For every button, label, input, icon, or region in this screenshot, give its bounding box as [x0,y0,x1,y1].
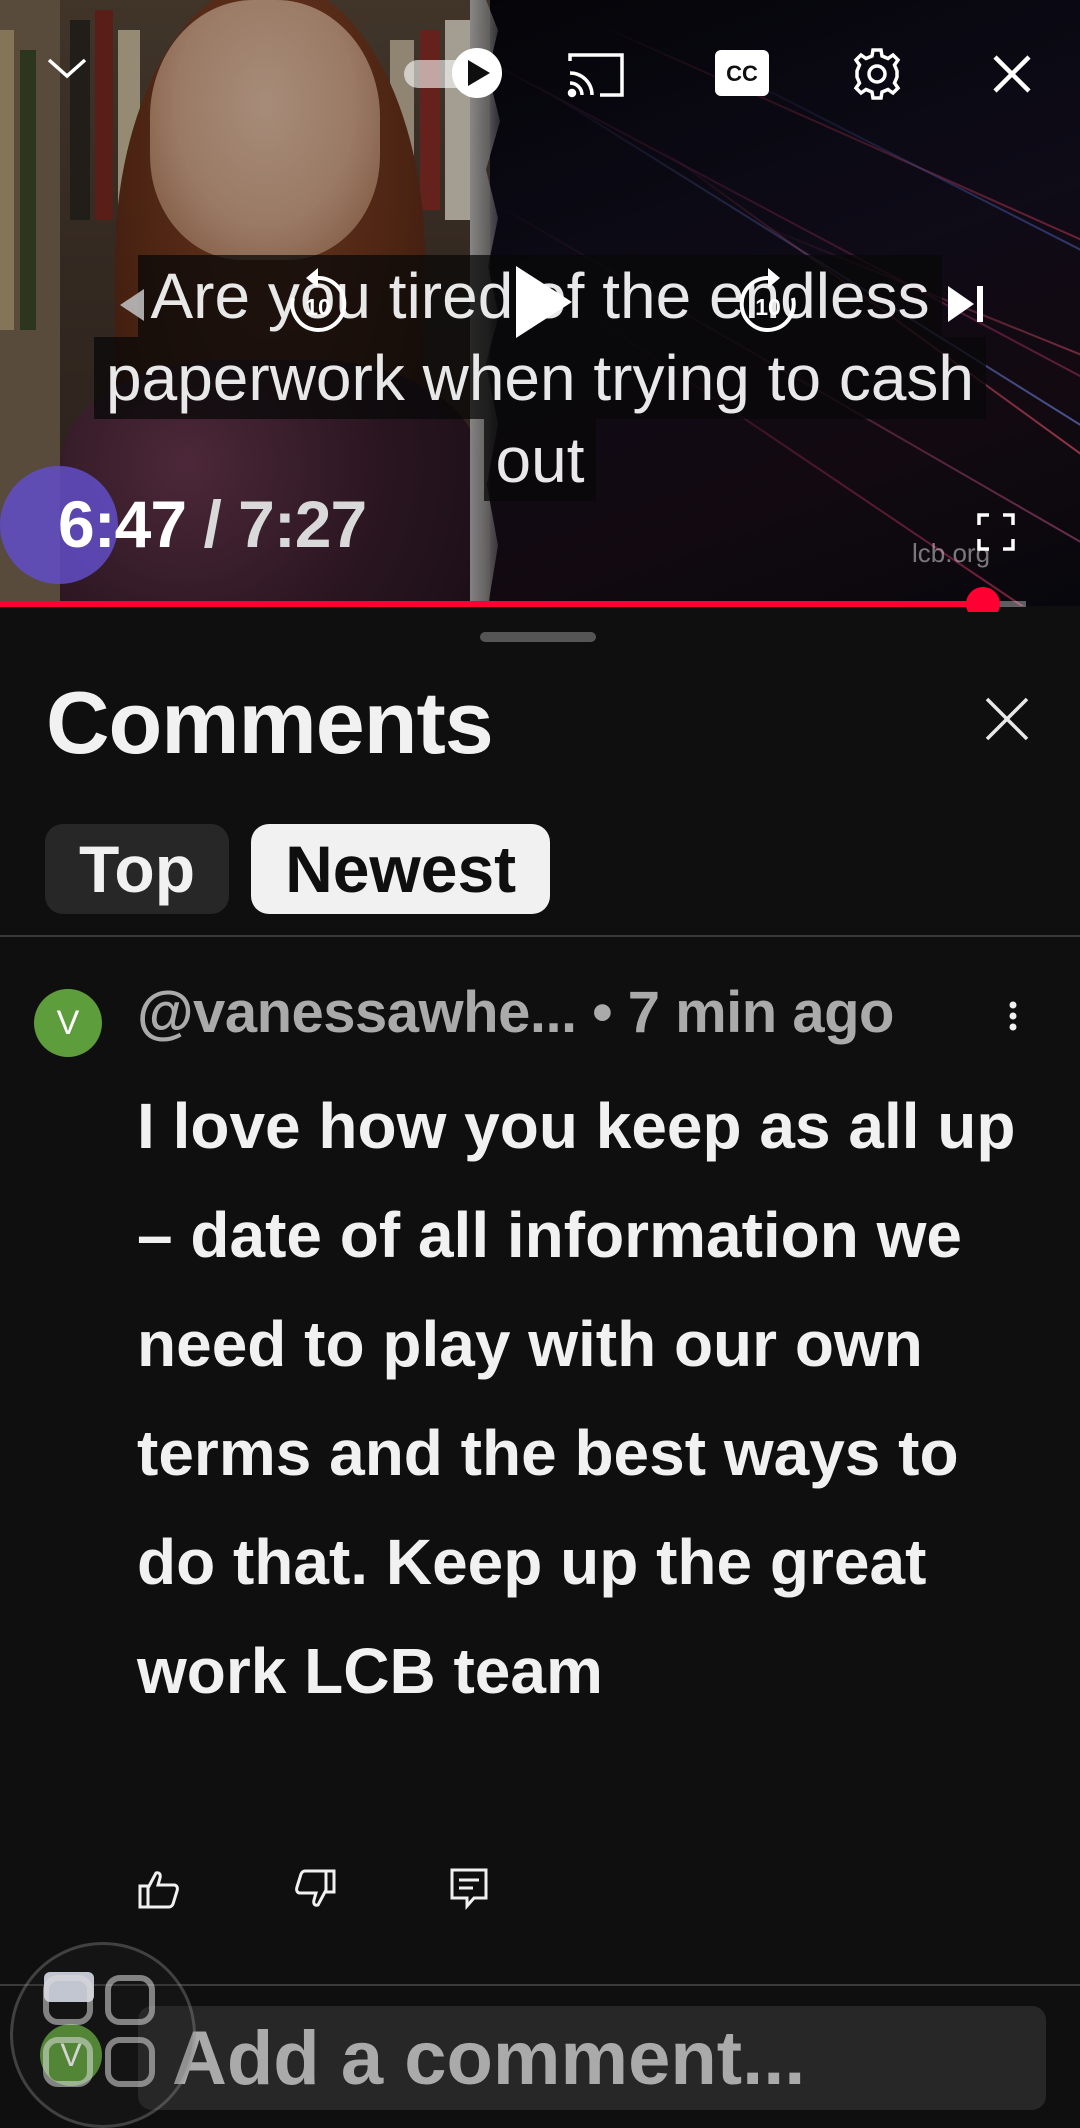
forward-10-icon[interactable]: 10 [734,266,802,336]
tab-top[interactable]: Top [45,824,230,914]
caption-line: out [483,419,597,501]
autoplay-toggle-icon[interactable] [402,48,506,98]
meta-separator: • [576,980,628,1045]
svg-text:CC: CC [726,61,758,86]
time-display: 6:47 / 7:27 [58,486,367,562]
more-vert-icon[interactable] [1000,991,1026,1061]
play-icon[interactable] [512,264,574,340]
avatar[interactable]: V [34,989,102,1057]
close-icon[interactable] [985,697,1041,753]
previous-icon[interactable] [112,285,152,325]
duration: 7:27 [238,487,367,561]
svg-text:10: 10 [755,294,781,320]
close-icon[interactable] [990,52,1034,96]
add-comment-input[interactable]: Add a comment... [138,2006,1046,2110]
comment-meta: @vanessawhe... • 7 min ago [137,979,894,1046]
time-separator: / [186,487,239,561]
fullscreen-icon[interactable] [976,512,1016,552]
progress-bar[interactable] [0,601,983,607]
next-icon[interactable] [944,282,988,326]
tab-newest[interactable]: Newest [251,824,551,914]
sort-tabs: Top Newest [45,824,551,914]
cast-icon[interactable] [566,50,626,100]
rewind-10-icon[interactable]: 10 [284,266,352,336]
reply-icon[interactable] [449,1867,497,1915]
caption-line: paperwork when trying to cash [94,337,986,419]
comment-time: 7 min ago [627,980,895,1045]
thumbs-up-icon[interactable] [137,1867,185,1915]
gear-icon[interactable] [848,45,906,103]
drag-handle[interactable] [480,632,596,642]
comment-actions [137,1867,605,1915]
svg-text:10: 10 [305,294,331,320]
comments-panel: Comments Top Newest V @vanessawhe... • 7… [0,612,1080,2128]
current-time: 6:47 [58,487,187,561]
comment-body: I love how you keep as all up – date of … [137,1090,1016,1707]
chevron-down-icon[interactable] [42,48,92,88]
video-player[interactable]: CC Are you tired of the endless paperwor… [0,0,1080,606]
divider [0,935,1080,937]
panel-title: Comments [46,673,494,772]
cc-icon[interactable]: CC [715,50,769,96]
thumbs-down-icon[interactable] [293,1867,341,1915]
grid-icon [42,1974,158,2090]
comment-author[interactable]: @vanessawhe... [137,980,577,1045]
